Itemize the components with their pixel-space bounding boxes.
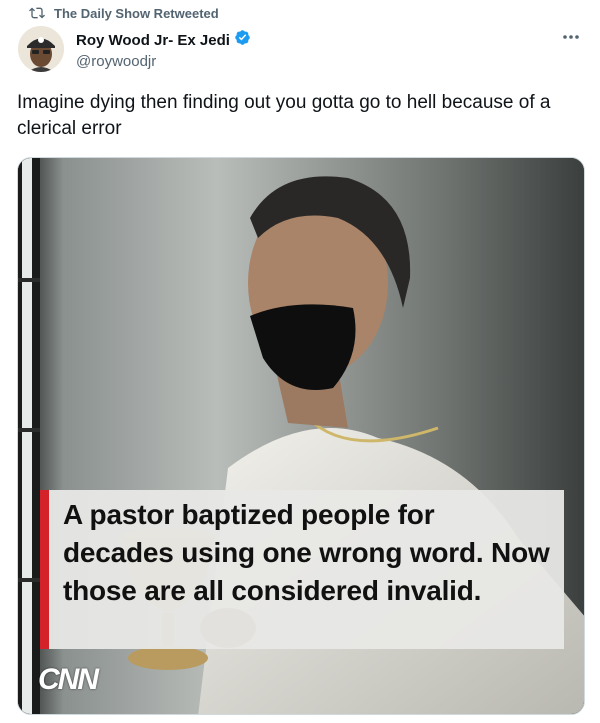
author-info: Roy Wood Jr- Ex Jedi @roywoodjr bbox=[76, 29, 251, 70]
retweet-label[interactable]: The Daily Show Retweeted bbox=[54, 6, 219, 21]
more-options-button[interactable] bbox=[560, 28, 582, 46]
verified-badge-icon bbox=[234, 29, 251, 51]
retweet-icon bbox=[28, 4, 46, 22]
cnn-logo: CNN bbox=[38, 663, 99, 696]
tweet-header: Roy Wood Jr- Ex Jedi @roywoodjr bbox=[18, 26, 586, 74]
more-options-icon bbox=[563, 35, 579, 39]
author-display-name[interactable]: Roy Wood Jr- Ex Jedi bbox=[76, 32, 230, 49]
author-handle[interactable]: @roywoodjr bbox=[76, 53, 251, 70]
news-caption-box: A pastor baptized people for decades usi… bbox=[40, 490, 564, 649]
tweet-media-image[interactable]: A pastor baptized people for decades usi… bbox=[17, 157, 585, 715]
retweet-indicator: The Daily Show Retweeted bbox=[28, 4, 219, 22]
news-caption-text: A pastor baptized people for decades usi… bbox=[63, 499, 550, 606]
avatar[interactable] bbox=[18, 26, 64, 72]
tweet-text: Imagine dying then finding out you gotta… bbox=[17, 92, 551, 139]
